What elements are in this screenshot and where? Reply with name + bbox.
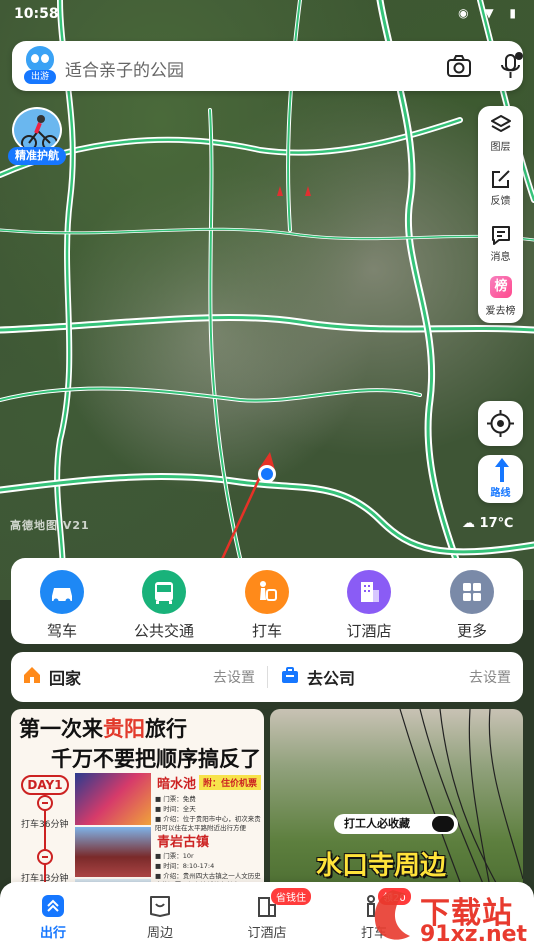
- watermark-url: 91xz.net: [420, 922, 528, 947]
- tab-nearby-label: 周边: [146, 926, 173, 941]
- spot-title: 暗水池: [157, 777, 197, 792]
- company-shortcut[interactable]: 去公司 去设置: [269, 652, 523, 702]
- bus-icon: [142, 570, 186, 614]
- spot-badge: 附：住价机票: [199, 775, 262, 790]
- briefcase-icon: [282, 667, 298, 683]
- guard-avatar[interactable]: 精准护航: [8, 107, 66, 165]
- search-icon: [432, 816, 454, 832]
- route-arrow-icon: [495, 458, 509, 482]
- status-time: 10:58: [14, 6, 59, 22]
- current-location-marker: [258, 465, 276, 483]
- hotel-button[interactable]: 订酒店: [324, 570, 414, 641]
- day-badge: DAY1: [21, 775, 69, 795]
- voice-icon[interactable]: [498, 52, 524, 80]
- card-subtitle: 千万不要把顺序搞反了: [51, 746, 261, 771]
- layers-icon: [491, 115, 511, 132]
- taxi-duration: 打车36分钟: [21, 820, 69, 830]
- timeline-node: [37, 795, 53, 811]
- status-bar: 10:58 ◉ ▼ ▮: [0, 0, 534, 30]
- spot-photo: [75, 773, 151, 825]
- home-setup-link[interactable]: 去设置: [213, 667, 255, 687]
- company-setup-link[interactable]: 去设置: [469, 667, 511, 687]
- message-label: 消息: [490, 252, 511, 263]
- watermark-logo-icon: [374, 890, 410, 940]
- spot-info: ■ 时间：全天: [155, 805, 196, 813]
- tab-nearby[interactable]: 周边: [120, 894, 200, 941]
- quick-actions-panel: 驾车 公共交通 打车 订酒店 更多: [11, 558, 523, 644]
- map-brand-label: 高德地图 V21: [10, 519, 90, 532]
- hotel-icon: [347, 570, 391, 614]
- divider: [267, 666, 268, 688]
- tab-hotel[interactable]: 省钱住 订酒店: [227, 888, 311, 941]
- map-toolbar: 图层 反馈 消息 榜 爱去榜: [478, 106, 523, 323]
- more-label: 更多: [456, 622, 487, 640]
- spot-info: ■ 门票：10r: [155, 852, 194, 860]
- nearby-icon: [148, 894, 172, 918]
- status-icons: ◉ ▼ ▮: [458, 6, 522, 20]
- grid-icon: [450, 570, 494, 614]
- spot-photo: [75, 827, 151, 877]
- timeline-node: [37, 849, 53, 865]
- feedback-button[interactable]: 反馈: [478, 160, 523, 212]
- ranking-label: 爱去榜: [485, 306, 516, 317]
- spot-title: 青岩古镇: [157, 835, 210, 850]
- drive-label: 驾车: [46, 622, 77, 640]
- route-button[interactable]: 路线: [478, 455, 523, 503]
- route-label: 路线: [490, 488, 511, 499]
- hotel-label: 订酒店: [346, 622, 392, 640]
- card-banner: 打工人必收藏: [334, 814, 458, 834]
- message-icon: [492, 226, 510, 245]
- travel-icon: [41, 894, 65, 918]
- weather-indicator[interactable]: ☁ 17℃: [462, 516, 513, 531]
- guard-label: 精准护航: [8, 147, 66, 165]
- feedback-label: 反馈: [490, 196, 511, 207]
- mascot-tag: 出游: [24, 70, 56, 84]
- card-title: 水口寺周边: [316, 851, 447, 881]
- card-title: 第一次来贵阳旅行: [19, 716, 187, 741]
- layers-button[interactable]: 图层: [478, 106, 523, 158]
- mascot-icon[interactable]: 出游: [24, 46, 56, 86]
- transit-button[interactable]: 公共交通: [119, 570, 209, 641]
- layers-label: 图层: [490, 142, 511, 153]
- taxi-button[interactable]: 打车: [222, 570, 312, 641]
- spot-info: ■ 时间：8:10-17:4: [155, 862, 215, 870]
- locate-button[interactable]: [478, 401, 523, 446]
- tab-hotel-label: 订酒店: [247, 926, 287, 941]
- tab-travel[interactable]: 出行: [13, 894, 93, 941]
- home-company-bar: 回家 去设置 去公司 去设置: [11, 652, 523, 702]
- site-watermark: 下载站 91xz.net: [358, 882, 534, 950]
- message-button[interactable]: 消息: [478, 216, 523, 268]
- home-shortcut[interactable]: 回家 去设置: [11, 652, 267, 702]
- camera-icon[interactable]: [446, 54, 472, 78]
- weather-temp: 17℃: [479, 516, 514, 531]
- drive-button[interactable]: 驾车: [17, 570, 107, 641]
- transit-label: 公共交通: [133, 622, 194, 640]
- tab-travel-label: 出行: [39, 926, 66, 941]
- spot-info: ■ 门票：免费: [155, 795, 196, 803]
- feedback-icon: [492, 170, 510, 188]
- taxi-label: 打车: [251, 622, 282, 640]
- home-icon: [24, 667, 40, 683]
- ranking-icon: 榜: [490, 276, 512, 298]
- car-icon: [40, 570, 84, 614]
- search-placeholder[interactable]: 适合亲子的公园: [65, 56, 184, 81]
- tab-hotel-badge: 省钱住: [271, 888, 311, 905]
- taxi-icon: [245, 570, 289, 614]
- ranking-button[interactable]: 榜 爱去榜: [478, 270, 523, 322]
- crosshair-icon: [487, 410, 514, 437]
- home-label: 回家: [49, 669, 82, 688]
- search-bar[interactable]: 出游 适合亲子的公园: [12, 41, 523, 91]
- company-label: 去公司: [307, 669, 356, 688]
- more-button[interactable]: 更多: [427, 570, 517, 641]
